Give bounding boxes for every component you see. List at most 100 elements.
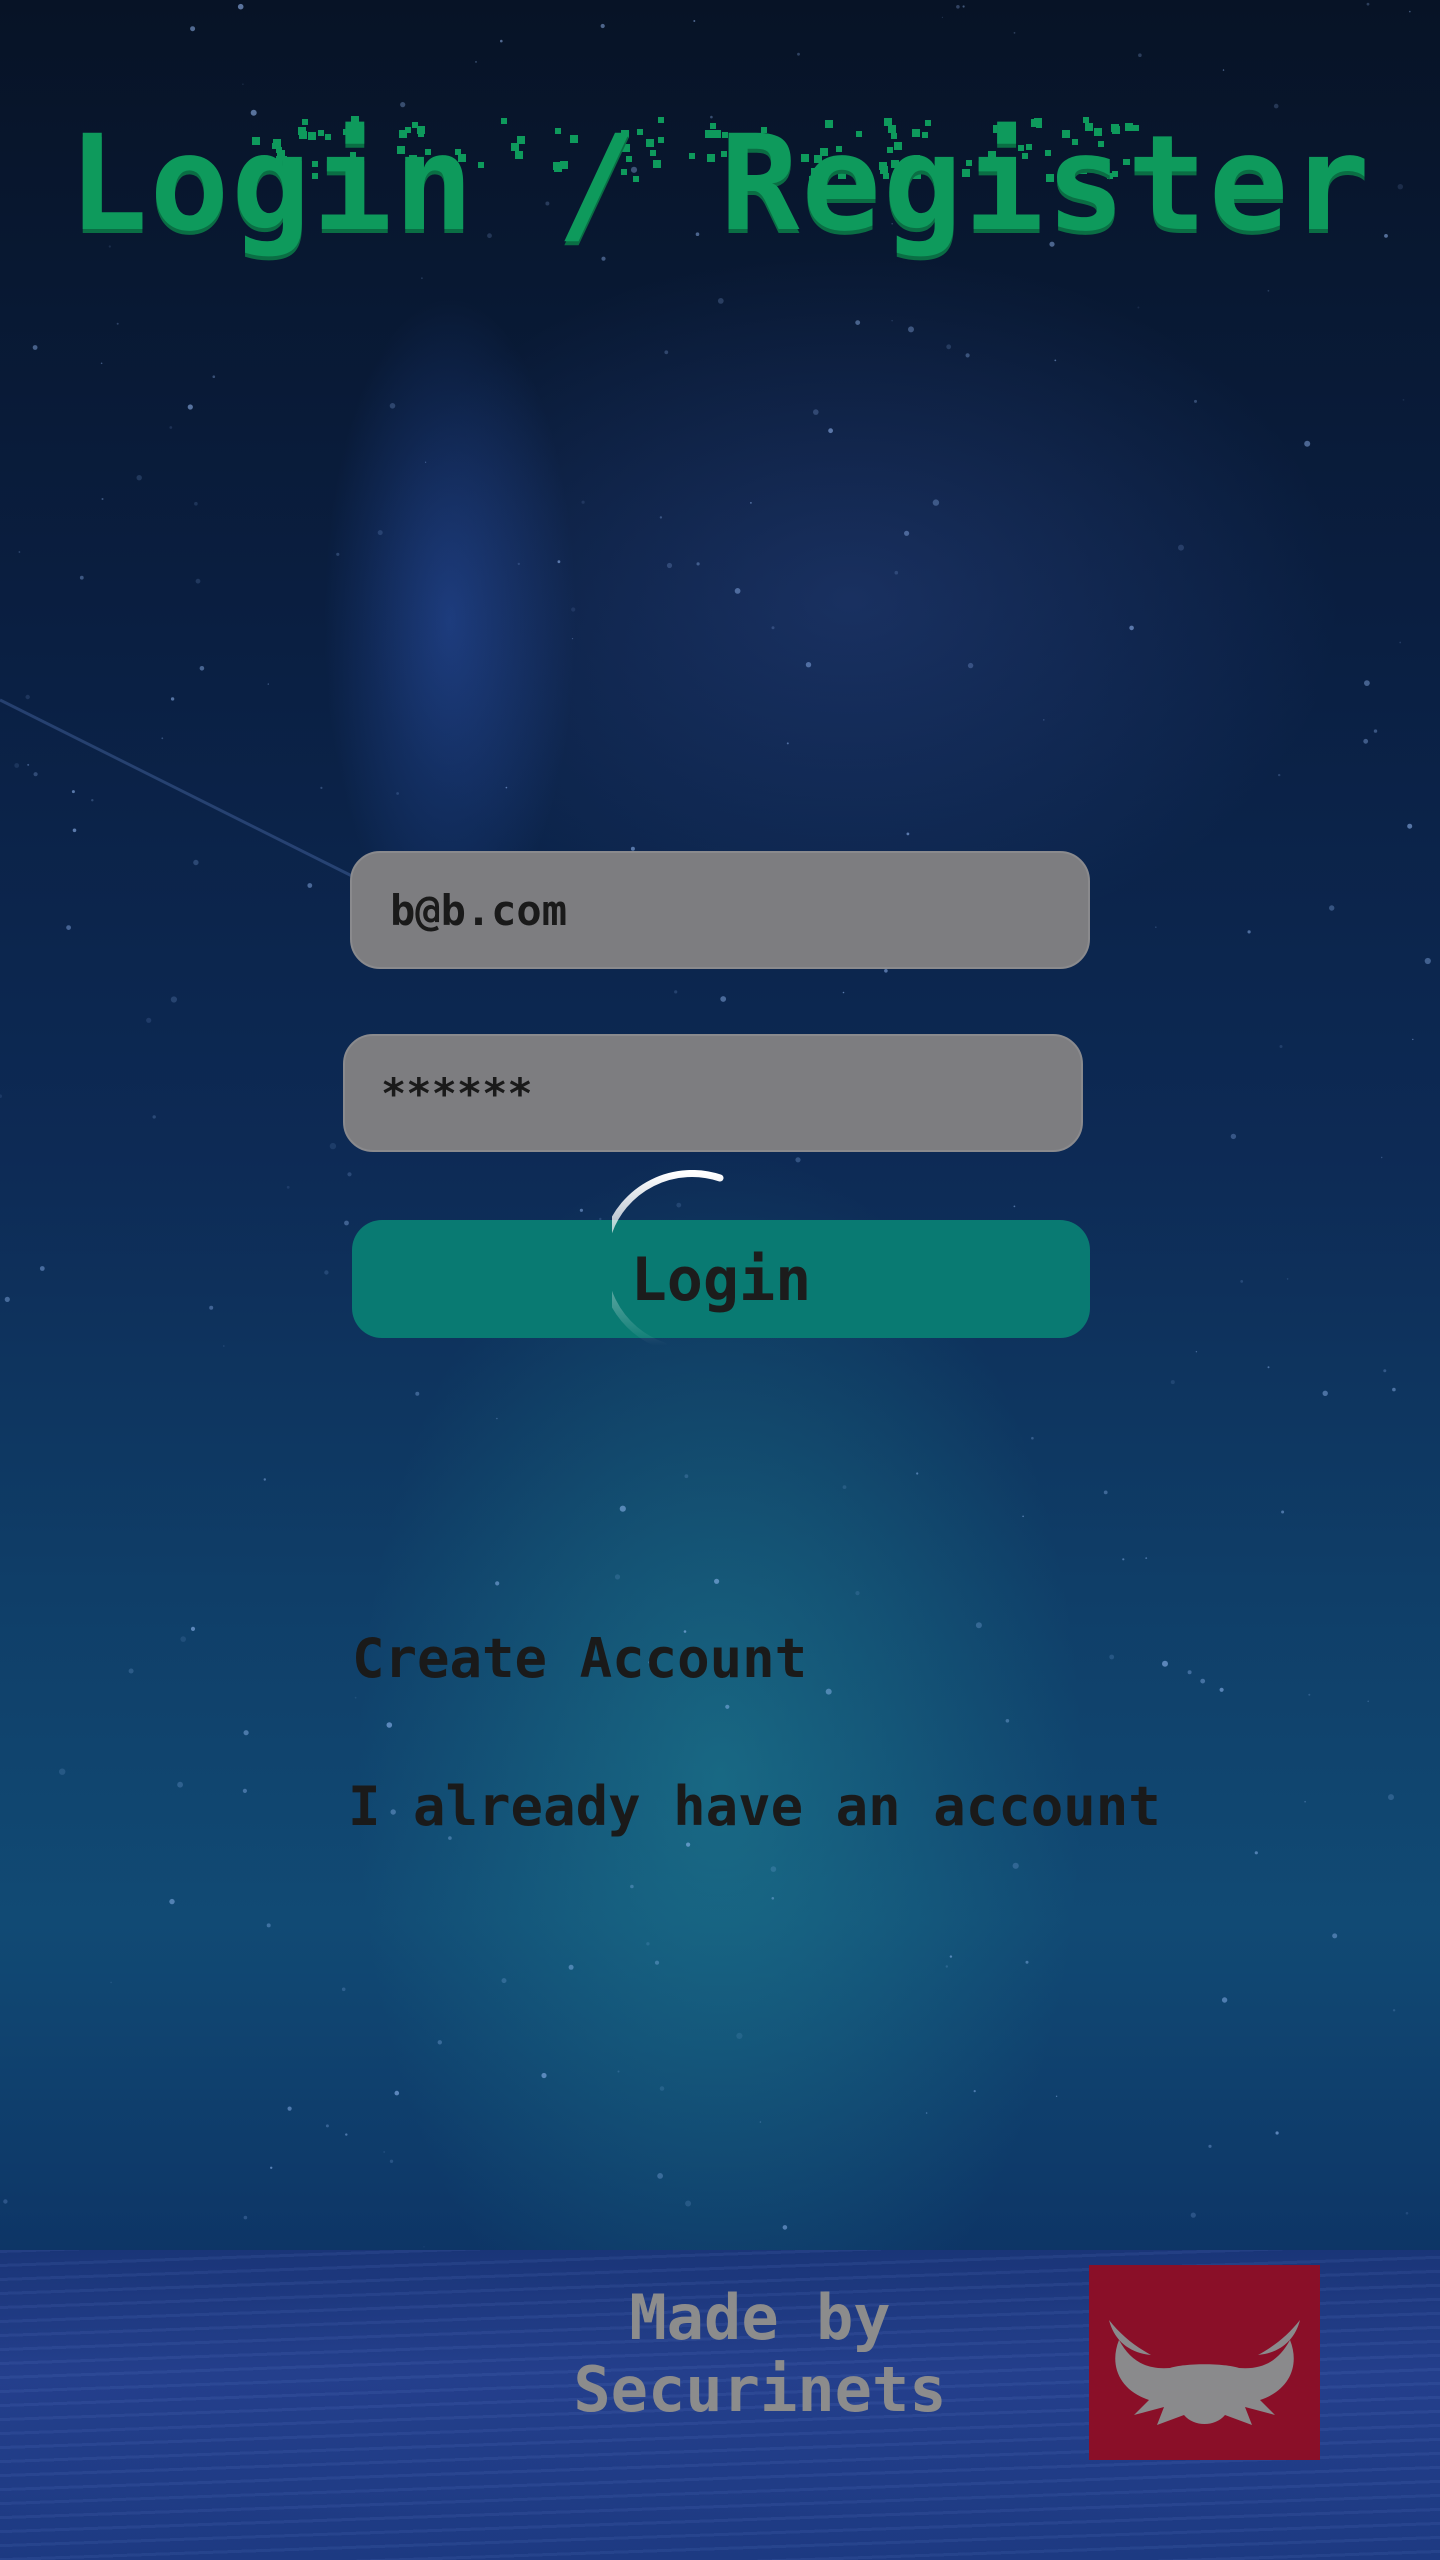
star (906, 832, 910, 836)
star (1364, 680, 1370, 686)
star (169, 426, 173, 429)
star (579, 1208, 584, 1212)
star (717, 298, 724, 304)
star (1409, 10, 1411, 13)
star (1402, 399, 1405, 401)
star (320, 786, 323, 790)
star (329, 1142, 337, 1150)
star (71, 790, 75, 794)
star (394, 2090, 400, 2096)
star (1304, 440, 1311, 447)
star (1304, 1800, 1306, 1803)
star (1022, 1515, 1024, 1518)
star (501, 1978, 507, 1984)
star (1025, 1960, 1029, 1964)
star (1221, 1997, 1228, 2003)
create-account-link[interactable]: Create Account (352, 1632, 807, 1686)
star (1267, 1366, 1270, 1369)
star (1392, 2009, 1396, 2012)
star (177, 1781, 184, 1788)
star (180, 1636, 186, 1642)
star (965, 353, 970, 358)
star (725, 1704, 730, 1709)
star (1195, 1351, 1198, 1353)
email-field[interactable] (350, 851, 1090, 969)
star (27, 763, 30, 766)
star (771, 1897, 775, 1900)
star (654, 1960, 660, 1965)
star (891, 320, 893, 322)
star (855, 1591, 860, 1596)
star (956, 5, 960, 9)
star (347, 1172, 352, 1177)
star (1012, 1862, 1019, 1869)
star (170, 697, 175, 701)
star (571, 638, 574, 640)
star (941, 16, 944, 18)
star (945, 1965, 948, 1968)
star (1103, 1490, 1108, 1495)
star (1405, 2211, 1409, 2215)
star (199, 666, 205, 671)
have-account-link[interactable]: I already have an account (348, 1780, 1161, 1834)
star (243, 1730, 249, 1736)
star (116, 322, 119, 325)
star (571, 607, 576, 612)
star (949, 1955, 953, 1958)
star (243, 2215, 248, 2220)
star (786, 742, 789, 745)
star (169, 1898, 175, 1905)
star (1055, 2095, 1058, 2097)
star (750, 502, 752, 504)
star (1381, 1156, 1383, 1159)
star (242, 83, 244, 85)
star (194, 501, 198, 506)
star (568, 1964, 574, 1970)
star (267, 683, 269, 685)
star (904, 530, 910, 536)
star (190, 26, 196, 32)
star (659, 516, 663, 519)
star (286, 1185, 290, 1189)
securinets-logo-icon[interactable] (1089, 2265, 1320, 2460)
star (693, 20, 696, 22)
star (170, 996, 177, 1003)
star (1200, 1678, 1206, 1684)
star (1122, 1558, 1125, 1561)
star (1219, 1687, 1224, 1692)
star (1005, 1719, 1010, 1723)
star (136, 475, 142, 481)
star (0, 1094, 2, 1098)
star (1129, 625, 1134, 631)
star (423, 2246, 425, 2248)
star (1247, 930, 1251, 934)
star (1138, 53, 1142, 57)
star (884, 969, 888, 973)
star (344, 1220, 349, 1226)
star (1399, 641, 1402, 644)
star (630, 1884, 634, 1889)
star (685, 2200, 692, 2207)
star (797, 52, 800, 56)
star (916, 1472, 919, 1475)
star (3, 2199, 8, 2204)
star (1278, 773, 1281, 777)
star (714, 1578, 720, 1584)
star (415, 1391, 420, 1396)
star (266, 1923, 271, 1928)
star (1043, 719, 1045, 721)
star (72, 828, 77, 833)
star (1279, 1045, 1283, 1048)
star (842, 1485, 847, 1489)
star (161, 737, 164, 740)
star (1170, 1380, 1175, 1385)
star (187, 404, 193, 410)
star (4, 1296, 10, 1302)
star (619, 1505, 626, 1512)
star (386, 1722, 393, 1728)
password-field[interactable] (343, 1034, 1083, 1152)
star (33, 772, 38, 777)
star (32, 345, 38, 350)
made-by-line1: Made by (629, 2281, 891, 2354)
star (946, 344, 952, 350)
